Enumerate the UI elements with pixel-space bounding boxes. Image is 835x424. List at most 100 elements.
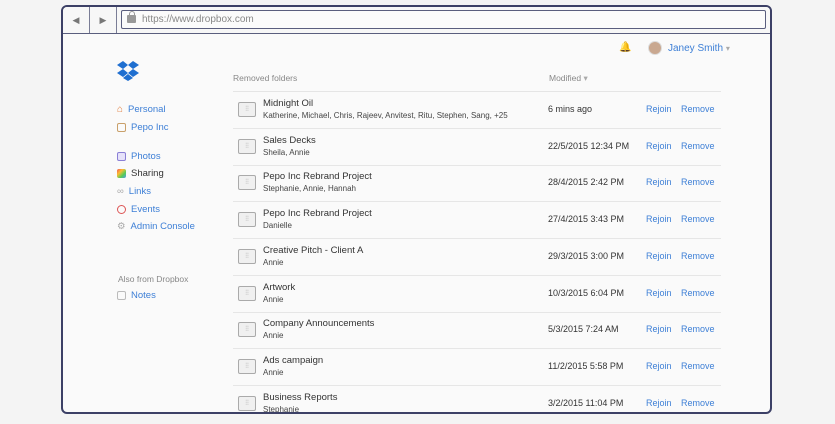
sidebar-item-photos[interactable]: Photos — [117, 151, 161, 162]
sharing-rainbow-icon — [117, 169, 126, 178]
folder-members: Stephanie, Annie, Hannah — [263, 184, 356, 194]
sidebar-item-admin-console[interactable]: ⚙ Admin Console — [117, 221, 195, 232]
shared-folder-icon: ⫶⫶ — [238, 212, 256, 228]
folder-members: Annie — [263, 331, 284, 341]
rejoin-button[interactable]: Rejoin — [646, 288, 672, 298]
shared-folder-icon: ⫶⫶ — [238, 395, 256, 411]
modified-date: 22/5/2015 12:34 PM — [548, 140, 630, 151]
folder-name[interactable]: Pepo Inc Rebrand Project — [263, 171, 372, 182]
modified-date: 5/3/2015 7:24 AM — [548, 324, 619, 335]
folder-members: Stephanie — [263, 404, 300, 414]
modified-date: 28/4/2015 2:42 PM — [548, 177, 625, 188]
folder-name[interactable]: Creative Pitch - Client A — [263, 245, 363, 256]
folder-name[interactable]: Company Announcements — [263, 318, 374, 329]
sidebar-item-label: Pepo Inc — [131, 122, 169, 133]
sidebar-item-personal[interactable]: ⌂ Personal — [117, 104, 166, 115]
folder-members: Katherine, Michael, Chris, Rajeev, Anvit… — [263, 111, 508, 120]
lock-icon — [127, 11, 136, 23]
folder-members: Annie — [263, 257, 284, 267]
remove-button[interactable]: Remove — [681, 251, 715, 261]
sidebar-item-label: Sharing — [131, 168, 164, 179]
table-row[interactable]: ⫶⫶ Midnight Oil Katherine, Michael, Chri… — [233, 92, 721, 129]
events-icon — [117, 205, 126, 214]
rejoin-button[interactable]: Rejoin — [646, 324, 672, 334]
folder-name[interactable]: Business Reports — [263, 392, 337, 403]
sort-caret-icon: ▾ — [583, 73, 588, 83]
briefcase-icon — [117, 123, 126, 132]
shared-folder-icon: ⫶⫶ — [238, 285, 256, 301]
rejoin-button[interactable]: Rejoin — [646, 361, 672, 371]
shared-folder-icon: ⫶⫶ — [238, 322, 256, 338]
notifications-bell-icon[interactable]: 🔔 — [619, 42, 631, 53]
table-row[interactable]: ⫶⫶ Creative Pitch - Client A Annie 29/3/… — [233, 239, 721, 276]
sidebar-item-label: Events — [131, 204, 161, 215]
modified-date: 3/2/2015 11:04 PM — [548, 397, 624, 408]
remove-button[interactable]: Remove — [681, 214, 715, 224]
back-button[interactable]: ◀ — [63, 7, 90, 33]
user-menu[interactable]: Janey Smith ▾ — [668, 43, 730, 54]
shared-folder-icon: ⫶⫶ — [238, 358, 256, 374]
modified-date: 6 mins ago — [548, 104, 593, 114]
folder-members: Annie — [263, 367, 284, 377]
sidebar-item-label: Photos — [131, 151, 161, 162]
remove-button[interactable]: Remove — [681, 288, 715, 298]
browser-window: ◀ ▶ https://www.dropbox.com 🔔 Janey Smit… — [61, 5, 772, 414]
folder-name[interactable]: Pepo Inc Rebrand Project — [263, 208, 372, 219]
rejoin-button[interactable]: Rejoin — [646, 141, 672, 151]
rejoin-button[interactable]: Rejoin — [646, 398, 672, 408]
rejoin-button[interactable]: Rejoin — [646, 251, 672, 261]
table-row[interactable]: ⫶⫶ Ads campaign Annie 11/2/2015 5:58 PM … — [233, 349, 721, 386]
sidebar-item-label: Notes — [131, 290, 156, 301]
photos-icon — [117, 152, 126, 161]
sidebar-item-label: Links — [128, 186, 151, 197]
table-row[interactable]: ⫶⫶ Artwork Annie 10/3/2015 6:04 PM Rejoi… — [233, 276, 721, 313]
folder-name[interactable]: Ads campaign — [263, 355, 323, 366]
folder-members: Annie — [263, 294, 284, 304]
sidebar-item-label: Personal — [128, 104, 166, 115]
remove-button[interactable]: Remove — [681, 177, 715, 187]
rejoin-button[interactable]: Rejoin — [646, 214, 672, 224]
folder-members: Danielle — [263, 221, 292, 231]
shared-folder-icon: ⫶⫶ — [238, 175, 256, 191]
rejoin-button[interactable]: Rejoin — [646, 177, 672, 187]
remove-button[interactable]: Remove — [681, 398, 715, 408]
sidebar-item-sharing[interactable]: Sharing — [117, 168, 164, 179]
address-bar[interactable]: https://www.dropbox.com — [121, 10, 766, 29]
table-row[interactable]: ⫶⫶ Business Reports Stephanie 3/2/2015 1… — [233, 386, 721, 414]
folder-name[interactable]: Sales Decks — [263, 135, 316, 146]
sidebar-item-label: Admin Console — [130, 221, 195, 232]
modified-date: 29/3/2015 3:00 PM — [548, 250, 625, 261]
modified-date: 27/4/2015 3:43 PM — [548, 214, 625, 225]
browser-toolbar: ◀ ▶ https://www.dropbox.com — [63, 7, 770, 34]
sidebar-item-notes[interactable]: Notes — [117, 290, 156, 301]
chevron-down-icon: ▾ — [725, 44, 730, 53]
remove-button[interactable]: Remove — [681, 361, 715, 371]
modified-date: 10/3/2015 6:04 PM — [548, 287, 625, 298]
folder-name[interactable]: Artwork — [263, 282, 295, 293]
column-header-modified[interactable]: Modified ▾ — [549, 73, 588, 84]
notes-icon — [117, 291, 126, 300]
remove-button[interactable]: Remove — [681, 104, 715, 114]
shared-folder-icon: ⫶⫶ — [238, 102, 256, 117]
modified-date: 11/2/2015 5:58 PM — [548, 360, 624, 371]
rejoin-button[interactable]: Rejoin — [646, 104, 672, 114]
url-text: https://www.dropbox.com — [142, 14, 254, 25]
dropbox-logo-icon[interactable] — [117, 61, 139, 81]
column-header-name: Removed folders — [233, 73, 298, 83]
folder-name[interactable]: Midnight Oil — [263, 98, 313, 109]
modified-label: Modified — [549, 73, 582, 83]
table-row[interactable]: ⫶⫶ Pepo Inc Rebrand Project Danielle 27/… — [233, 202, 721, 240]
also-from-dropbox-label: Also from Dropbox — [118, 274, 189, 284]
shared-folder-icon: ⫶⫶ — [238, 248, 256, 264]
folder-members: Sheila, Annie — [263, 147, 310, 157]
table-row[interactable]: ⫶⫶ Company Announcements Annie 5/3/2015 … — [233, 312, 721, 350]
table-row[interactable]: ⫶⫶ Sales Decks Sheila, Annie 22/5/2015 1… — [233, 129, 721, 166]
sidebar-item-events[interactable]: Events — [117, 204, 160, 215]
avatar[interactable] — [648, 41, 662, 55]
table-row[interactable]: ⫶⫶ Pepo Inc Rebrand Project Stephanie, A… — [233, 165, 721, 203]
remove-button[interactable]: Remove — [681, 324, 715, 334]
remove-button[interactable]: Remove — [681, 141, 715, 151]
sidebar-item-pepo-inc[interactable]: Pepo Inc — [117, 122, 169, 133]
sidebar-item-links[interactable]: ∞ Links — [117, 186, 151, 197]
forward-button[interactable]: ▶ — [90, 7, 117, 33]
